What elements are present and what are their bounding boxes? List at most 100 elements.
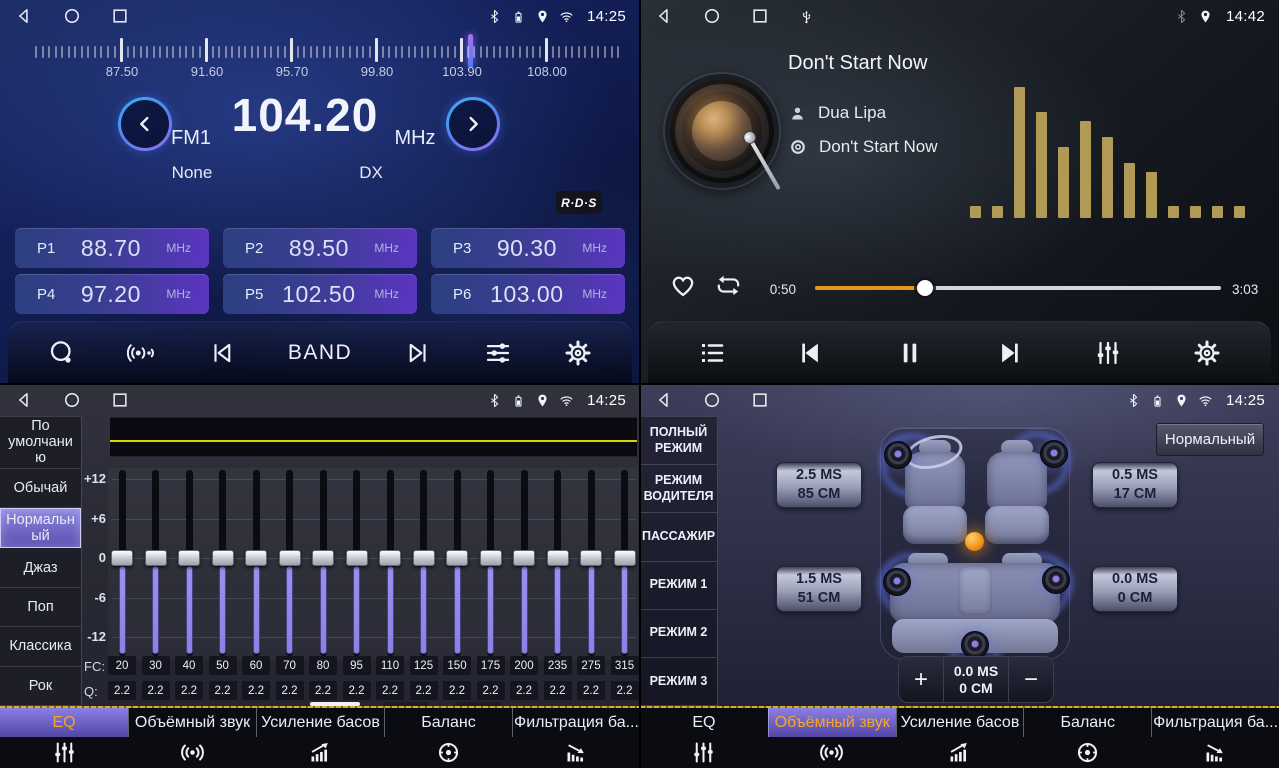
back-icon[interactable] (654, 390, 674, 410)
fc-value[interactable]: 70 (276, 656, 304, 675)
q-value[interactable]: 2.2 (276, 681, 304, 700)
tab-eq[interactable]: EQ (640, 708, 768, 768)
eq-sliders-button[interactable] (1093, 338, 1123, 368)
progress-bar[interactable] (815, 286, 1221, 290)
sound-mode-item[interactable]: РЕЖИМ 1 (640, 562, 717, 610)
decrease-delay-button[interactable]: − (1008, 657, 1053, 702)
preset-button-p6[interactable]: P6103.00MHz (431, 274, 625, 314)
fc-value[interactable]: 80 (309, 656, 337, 675)
preset-button-p1[interactable]: P188.70MHz (15, 228, 209, 268)
preset-button-p3[interactable]: P390.30MHz (431, 228, 625, 268)
eq-preset-item[interactable]: Поп (0, 588, 81, 627)
eq-band-handle[interactable] (346, 550, 368, 566)
frequency-up-button[interactable] (446, 97, 500, 151)
settings-button[interactable] (563, 338, 593, 368)
q-value[interactable]: 2.2 (209, 681, 237, 700)
home-circle-icon[interactable] (702, 390, 722, 410)
eq-band-handle[interactable] (446, 550, 468, 566)
eq-band-handle[interactable] (178, 550, 200, 566)
prev-track-button[interactable] (208, 338, 238, 368)
prev-track-button[interactable] (796, 338, 826, 368)
eq-preset-item[interactable]: Нормальный (0, 508, 81, 548)
preset-button-p5[interactable]: P5102.50MHz (223, 274, 417, 314)
tab-filter[interactable]: Фильтрация ба... (1151, 708, 1279, 768)
eq-band-handle[interactable] (614, 550, 636, 566)
fc-value[interactable]: 200 (510, 656, 538, 675)
fc-value[interactable]: 125 (410, 656, 438, 675)
fc-value[interactable]: 150 (443, 656, 471, 675)
home-circle-icon[interactable] (62, 390, 82, 410)
home-circle-icon[interactable] (702, 6, 722, 26)
next-track-button[interactable] (994, 338, 1024, 368)
eq-band-handle[interactable] (580, 550, 602, 566)
fc-value[interactable]: 20 (108, 656, 136, 675)
q-value[interactable]: 2.2 (242, 681, 270, 700)
q-value[interactable]: 2.2 (142, 681, 170, 700)
sound-mode-item[interactable]: РЕЖИМ 3 (640, 658, 717, 706)
eq-preset-item[interactable]: По умолчанию (0, 417, 81, 469)
back-icon[interactable] (14, 390, 34, 410)
q-value[interactable]: 2.2 (443, 681, 471, 700)
eq-band-handle[interactable] (379, 550, 401, 566)
eq-band-handle[interactable] (279, 550, 301, 566)
q-value[interactable]: 2.2 (477, 681, 505, 700)
home-circle-icon[interactable] (62, 6, 82, 26)
recents-square-icon[interactable] (750, 390, 770, 410)
next-track-button[interactable] (402, 338, 432, 368)
favorite-button[interactable] (668, 270, 698, 300)
playlist-button[interactable] (697, 338, 727, 368)
fc-value[interactable]: 275 (577, 656, 605, 675)
tab-eq[interactable]: EQ (0, 708, 128, 768)
front-left-delay-button[interactable]: 2.5 MS 85 CM (776, 462, 862, 508)
band-button[interactable]: BAND (288, 341, 352, 365)
eq-band-handle[interactable] (111, 550, 133, 566)
increase-delay-button[interactable]: + (899, 657, 944, 702)
preset-button-p2[interactable]: P289.50MHz (223, 228, 417, 268)
q-value[interactable]: 2.2 (108, 681, 136, 700)
fc-value[interactable]: 30 (142, 656, 170, 675)
eq-band-handle[interactable] (212, 550, 234, 566)
q-value[interactable]: 2.2 (544, 681, 572, 700)
fc-value[interactable]: 60 (242, 656, 270, 675)
eq-band-handle[interactable] (413, 550, 435, 566)
frequency-ruler[interactable] (0, 36, 640, 66)
q-value[interactable]: 2.2 (309, 681, 337, 700)
fc-value[interactable]: 175 (477, 656, 505, 675)
repeat-button[interactable] (714, 271, 743, 300)
tab-surround[interactable]: Объёмный звук (128, 708, 256, 768)
back-icon[interactable] (14, 6, 34, 26)
tab-balance[interactable]: Баланс (384, 708, 512, 768)
fc-value[interactable]: 110 (376, 656, 404, 675)
eq-band-handle[interactable] (245, 550, 267, 566)
sound-mode-item[interactable]: РЕЖИМ ВОДИТЕЛЯ (640, 465, 717, 513)
car-cabin-panel[interactable] (880, 427, 1070, 660)
broadcast-button[interactable] (127, 338, 157, 368)
q-value[interactable]: 2.2 (611, 681, 639, 700)
tab-filter[interactable]: Фильтрация ба... (512, 708, 640, 768)
settings-button[interactable] (1192, 338, 1222, 368)
q-value[interactable]: 2.2 (175, 681, 203, 700)
q-value[interactable]: 2.2 (510, 681, 538, 700)
tab-bass[interactable]: Усиление басов (896, 708, 1024, 768)
sound-mode-item[interactable]: ПОЛНЫЙ РЕЖИМ (640, 417, 717, 465)
fc-value[interactable]: 40 (175, 656, 203, 675)
rear-left-delay-button[interactable]: 1.5 MS 51 CM (776, 566, 862, 612)
eq-band-handle[interactable] (312, 550, 334, 566)
q-value[interactable]: 2.2 (410, 681, 438, 700)
sound-mode-item[interactable]: ПАССАЖИР (640, 513, 717, 561)
front-right-delay-button[interactable]: 0.5 MS 17 CM (1092, 462, 1178, 508)
eq-preset-item[interactable]: Рок (0, 667, 81, 706)
tab-surround[interactable]: Объёмный звук (768, 708, 896, 768)
tab-bass[interactable]: Усиление басов (256, 708, 384, 768)
rear-right-delay-button[interactable]: 0.0 MS 0 CM (1092, 566, 1178, 612)
fc-value[interactable]: 315 (611, 656, 639, 675)
eq-preset-item[interactable]: Джаз (0, 548, 81, 587)
q-value[interactable]: 2.2 (376, 681, 404, 700)
fc-value[interactable]: 50 (209, 656, 237, 675)
back-icon[interactable] (654, 6, 674, 26)
recents-square-icon[interactable] (110, 6, 130, 26)
sound-preset-button[interactable]: Нормальный (1156, 423, 1264, 456)
q-value[interactable]: 2.2 (577, 681, 605, 700)
q-value[interactable]: 2.2 (343, 681, 371, 700)
pause-button[interactable] (895, 338, 925, 368)
